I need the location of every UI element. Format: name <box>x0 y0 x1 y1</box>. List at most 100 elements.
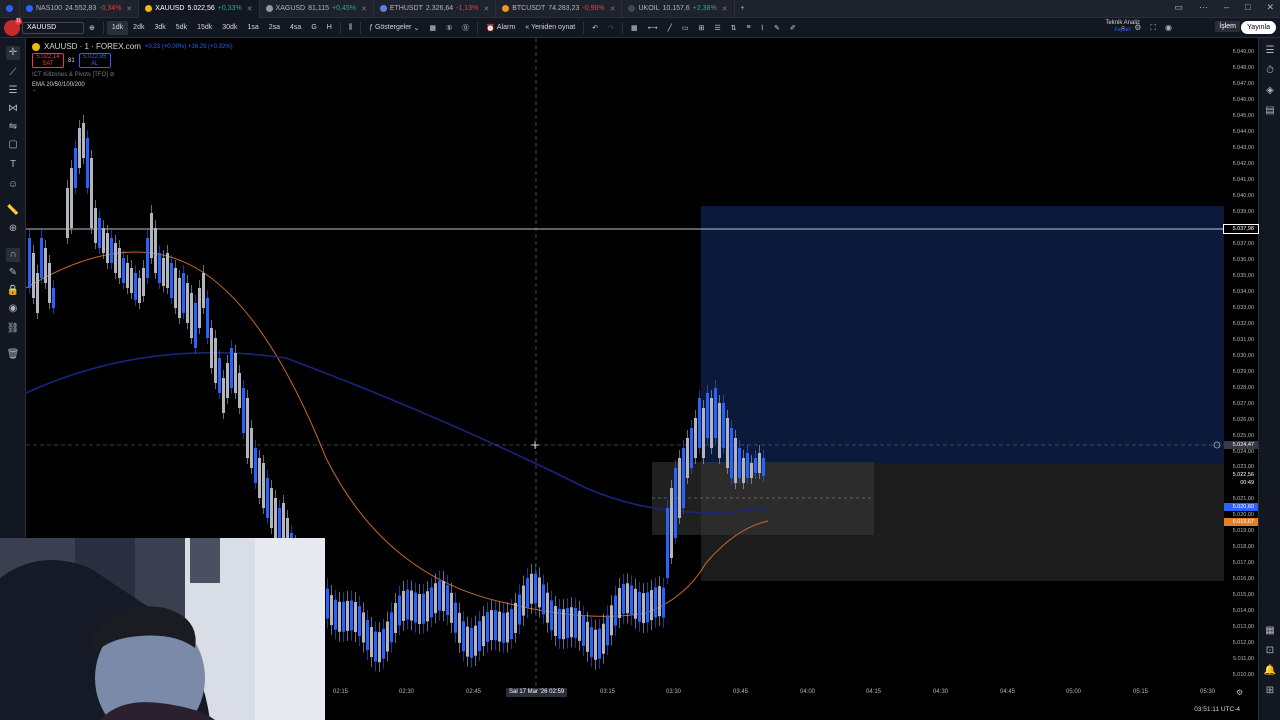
undo-button[interactable]: ↶ <box>587 18 603 38</box>
trade-button[interactable]: İşlem <box>1215 21 1240 32</box>
minimize-icon[interactable]: – <box>1224 2 1229 13</box>
layers-icon[interactable]: ◈ <box>1263 84 1277 98</box>
price-label: 5.041,00 <box>1232 176 1254 183</box>
lock-icon[interactable]: 🔒 <box>6 284 20 298</box>
trash-icon[interactable]: 🗑 <box>6 348 20 362</box>
indicator-count-0[interactable]: ⓪ <box>457 18 474 38</box>
indicator-ema[interactable]: EMA 20/50/100/200 <box>32 82 233 88</box>
compare-button[interactable]: ⊕ <box>84 18 100 38</box>
long-position-button[interactable]: ≡ <box>741 18 755 38</box>
candle-body <box>330 595 333 626</box>
pencil-lock-icon[interactable]: ✎ <box>6 266 20 280</box>
close-icon[interactable]: ✕ <box>361 5 367 13</box>
price-axis[interactable]: 5.049,00 5.048,00 5.047,00 5.046,00 5.045,00… <box>1223 38 1259 710</box>
interval-h[interactable]: H <box>322 18 337 38</box>
collapse-legend-icon[interactable]: ⌃ <box>32 89 233 96</box>
candle-body <box>758 453 761 473</box>
publish-button[interactable]: Yayınla <box>1241 21 1276 34</box>
chart-type-button[interactable]: ⫼ <box>344 18 357 38</box>
layout-grid-button[interactable]: ▦ <box>626 18 643 38</box>
emoji-tool-icon[interactable]: ☺ <box>6 178 20 192</box>
tab-xagusd[interactable]: XAGUSD 81,115 +0,45% ✕ <box>260 0 374 18</box>
indicator-count-5[interactable]: ⑤ <box>441 18 457 38</box>
indicator-ict[interactable]: ICT Killzones & Pivots [TFO] ⊘ <box>32 71 233 78</box>
camera-icon[interactable]: ◉ <box>1165 23 1172 33</box>
crosshair-grid-button[interactable]: ⊞ <box>693 18 709 38</box>
shape-tool-icon[interactable]: ▢ <box>6 138 20 152</box>
interval-4sa[interactable]: 4sa <box>285 18 306 38</box>
tab-ethusdt[interactable]: ETHUSDT 2.326,64 -1,13% ✕ <box>374 0 497 18</box>
eye-off-icon[interactable]: ⊘ <box>110 72 115 78</box>
zoom-tool-icon[interactable]: ⊕ <box>6 222 20 236</box>
ruler-tool-icon[interactable]: 📏 <box>6 204 20 218</box>
crosshair-tool-icon[interactable]: ✛ <box>6 46 20 60</box>
close-icon[interactable]: ✕ <box>247 5 253 13</box>
search-icon[interactable]: ⌕ <box>1121 23 1125 33</box>
gear-icon[interactable]: ⚙ <box>1134 23 1141 33</box>
candle-body <box>338 601 341 632</box>
highlighter-tool-button[interactable]: ✐ <box>785 18 801 38</box>
tab-btcusdt[interactable]: BTCUSDT 74.283,23 -0,96% ✕ <box>496 0 623 18</box>
close-window-icon[interactable]: ✕ <box>1266 2 1274 13</box>
close-icon[interactable]: ✕ <box>126 5 132 13</box>
tab-nas100[interactable]: NAS100 24.552,83 -0,34% ✕ <box>20 0 140 18</box>
settings-gear-icon[interactable]: ⚙ <box>1236 688 1243 697</box>
sell-button[interactable]: 5.022,14 SAT <box>32 53 64 68</box>
interval-label: 1sa <box>247 24 259 31</box>
symbol-search-input[interactable]: XAUUSD <box>22 21 84 34</box>
new-tab-button[interactable]: + <box>735 0 751 18</box>
indicators-button[interactable]: ƒ Göstergeler ⌄ <box>364 18 424 38</box>
interval-2dk[interactable]: 2dk <box>128 18 149 38</box>
pattern-tool-icon[interactable]: ⋈ <box>6 102 20 116</box>
rectangle-tool-button[interactable]: ▭ <box>677 18 694 38</box>
maximize-icon[interactable]: □ <box>1245 2 1250 13</box>
fullscreen-icon[interactable]: ⛶ <box>1150 23 1156 33</box>
tab-app-logo[interactable] <box>0 0 20 18</box>
tab-bar: NAS100 24.552,83 -0,34% ✕ XAUUSD 5.022,56… <box>0 0 1280 18</box>
interval-1dk[interactable]: 1dk <box>106 20 129 35</box>
fib-retracement-icon[interactable]: ☰ <box>6 84 20 98</box>
price-label: 5.016,00 <box>1232 576 1254 583</box>
utc-clock[interactable]: 03:51:11 UTC-4 <box>1194 706 1240 713</box>
position-tool-button[interactable]: ⇅ <box>726 18 742 38</box>
templates-button[interactable]: ▦ <box>424 18 441 38</box>
interval-g[interactable]: G <box>306 18 321 38</box>
close-icon[interactable]: ✕ <box>722 5 728 13</box>
cast-icon[interactable]: ▭ <box>1174 2 1183 13</box>
eye-icon[interactable]: ◉ <box>6 302 20 316</box>
magnet-icon[interactable]: ∩ <box>6 248 20 262</box>
interval-3dk[interactable]: 3dk <box>149 18 170 38</box>
close-icon[interactable]: ✕ <box>610 5 616 13</box>
text-tool-icon[interactable]: T <box>6 158 20 172</box>
apps-grid-icon[interactable]: ⊞ <box>1263 684 1277 698</box>
trendline-tool-button[interactable]: ╱ <box>663 18 677 38</box>
alerts-clock-icon[interactable]: ⏱ <box>1263 64 1277 78</box>
link-icon[interactable]: ⛓ <box>6 322 20 336</box>
interval-5dk[interactable]: 5dk <box>171 18 192 38</box>
alarm-button[interactable]: ⏰ Alarm <box>481 18 520 38</box>
forecast-tool-icon[interactable]: ⇋ <box>6 120 20 134</box>
price-label: 5.042,00 <box>1232 160 1254 167</box>
chat-icon[interactable]: ▤ <box>1263 104 1277 118</box>
line-tool-icon[interactable]: ⟋ <box>6 66 20 80</box>
fib-tool-button[interactable]: ☰ <box>709 18 725 38</box>
avatar[interactable]: 11 <box>4 17 22 36</box>
calendar-icon[interactable]: ▦ <box>1263 624 1277 638</box>
close-icon[interactable]: ✕ <box>483 5 489 13</box>
replay-button[interactable]: « Yeniden oynat <box>520 18 580 38</box>
more-icon[interactable]: ··· <box>1199 2 1208 13</box>
redo-button[interactable]: ↷ <box>603 18 619 38</box>
tab-ukoil[interactable]: UKOIL 10.157,6 +2,38% ✕ <box>622 0 735 18</box>
news-icon[interactable]: ⊡ <box>1263 644 1277 658</box>
buy-button[interactable]: 5.022,95 AL <box>78 53 111 68</box>
interval-1sa[interactable]: 1sa <box>242 18 263 38</box>
bell-icon[interactable]: 🔔 <box>1263 664 1277 678</box>
interval-15dk[interactable]: 15dk <box>192 18 217 38</box>
interval-30dk[interactable]: 30dk <box>217 18 242 38</box>
path-tool-button[interactable]: ⌇ <box>756 18 769 38</box>
tab-xauusd[interactable]: XAUUSD 5.022,56 +0,33% ✕ <box>139 0 260 18</box>
watchlist-icon[interactable]: ☰ <box>1263 44 1277 58</box>
brush-tool-button[interactable]: ✎ <box>769 18 785 38</box>
hline-tool-button[interactable]: ⟷ <box>643 18 663 38</box>
interval-2sa[interactable]: 2sa <box>264 18 285 38</box>
